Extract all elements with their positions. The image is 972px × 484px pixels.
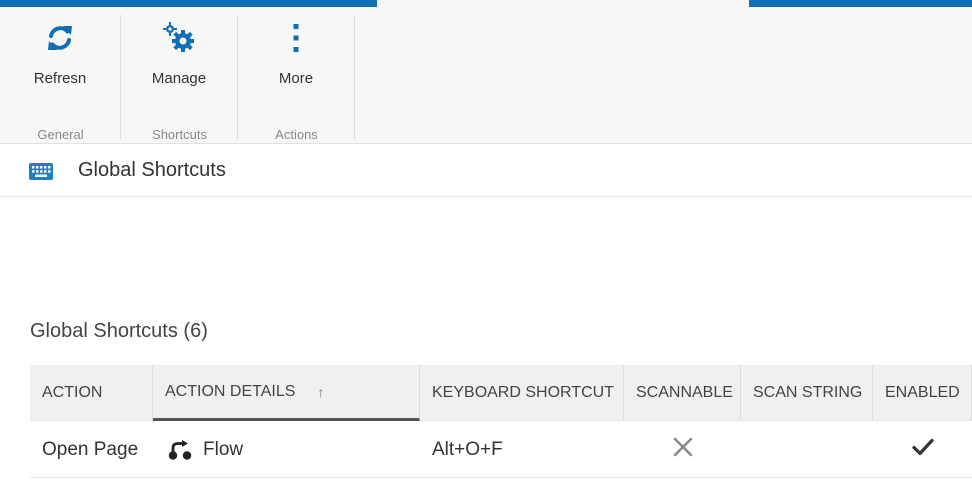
group-label-shortcuts: Shortcuts [152, 127, 207, 142]
cell-scannable [624, 422, 741, 478]
cell-enabled [873, 422, 972, 478]
sort-ascending-icon: ↑ [317, 383, 325, 400]
section-title: Global Shortcuts (6) [30, 320, 208, 342]
cell-action-details-label: Flow [203, 439, 244, 460]
cell-scan-string [753, 422, 871, 478]
group-label-actions: Actions [275, 127, 318, 142]
column-header-label: ACTION DETAILS [165, 382, 296, 400]
check-icon [911, 438, 934, 462]
keyboard-icon [29, 163, 53, 185]
table-row[interactable]: Open Page Flow Alt+O+F [30, 422, 972, 478]
refresh-button[interactable]: Refresn [0, 15, 120, 105]
group-divider [354, 15, 355, 139]
manage-label: Manage [151, 70, 207, 87]
accent-segment [0, 0, 377, 7]
refresh-icon [47, 15, 73, 61]
column-header-label: SCAN STRING [753, 384, 863, 401]
more-vertical-icon [292, 15, 300, 61]
cell-action: Open Page [42, 439, 139, 460]
column-header-scannable[interactable]: SCANNABLE [624, 365, 741, 421]
manage-button[interactable]: Manage [121, 15, 237, 105]
ribbon-toolbar: Refresn General Manage Shortcuts More Ac… [0, 7, 972, 144]
grid-header: ACTION ACTION DETAILS ↑ KEYBOARD SHORTCU… [30, 365, 972, 421]
column-header-scan-string[interactable]: SCAN STRING [741, 365, 873, 421]
column-header-label: ENABLED [885, 384, 960, 401]
manage-gears-icon [162, 15, 196, 61]
column-header-action-details[interactable]: ACTION DETAILS ↑ [153, 365, 420, 421]
refresh-label: Refresn [33, 70, 87, 87]
more-button[interactable]: More [238, 15, 354, 105]
cell-keyboard-shortcut: Alt+O+F [432, 439, 503, 460]
cross-icon [673, 437, 693, 463]
page-title: Global Shortcuts [78, 159, 226, 181]
top-accent-bar [0, 0, 972, 7]
column-header-keyboard-shortcut[interactable]: KEYBOARD SHORTCUT [420, 365, 624, 421]
group-actions: More Actions [238, 15, 355, 142]
column-header-label: KEYBOARD SHORTCUT [432, 384, 614, 401]
group-general: Refresn General [0, 15, 121, 142]
group-label-general: General [37, 127, 84, 142]
more-label: More [278, 70, 314, 87]
column-header-action[interactable]: ACTION [30, 365, 153, 421]
cell-action-details: Flow [168, 422, 418, 478]
column-header-enabled[interactable]: ENABLED [873, 365, 972, 421]
accent-segment [749, 0, 972, 7]
column-header-label: SCANNABLE [636, 384, 733, 401]
flow-icon [168, 439, 192, 461]
page-header: Global Shortcuts [0, 145, 972, 197]
column-header-label: ACTION [42, 384, 103, 401]
group-shortcuts: Manage Shortcuts [121, 15, 238, 142]
